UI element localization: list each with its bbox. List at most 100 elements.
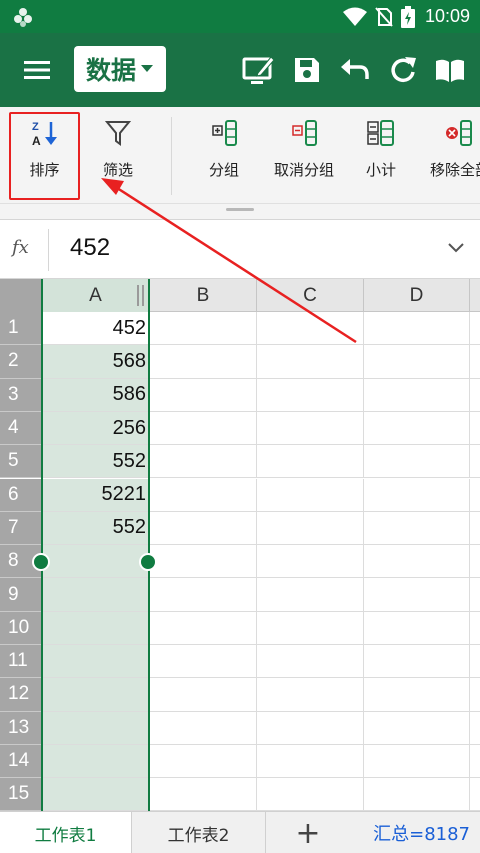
row-header-5[interactable]: 5 xyxy=(0,445,42,479)
column-resize-handle[interactable] xyxy=(137,285,144,306)
cell-D5[interactable] xyxy=(364,445,470,479)
cell-D15[interactable] xyxy=(364,778,470,811)
cell-E14[interactable] xyxy=(470,745,480,779)
reading-view-icon[interactable] xyxy=(433,53,467,87)
cell-D6[interactable] xyxy=(364,478,470,512)
cell-B4[interactable] xyxy=(150,411,257,446)
cell-B11[interactable] xyxy=(150,645,257,679)
cell-B9[interactable] xyxy=(150,578,257,612)
cell-C2[interactable] xyxy=(257,345,364,379)
cell-A4[interactable]: 256 xyxy=(42,411,150,446)
row-header-10[interactable]: 10 xyxy=(0,611,42,645)
row-header-7[interactable]: 7 xyxy=(0,511,42,546)
cell-D4[interactable] xyxy=(364,411,470,446)
row-header-9[interactable]: 9 xyxy=(0,578,42,612)
cell-A8[interactable] xyxy=(42,545,150,579)
cell-D12[interactable] xyxy=(364,678,470,712)
cell-E6[interactable] xyxy=(470,479,480,512)
cell-A3[interactable]: 586 xyxy=(42,378,150,412)
cell-B7[interactable] xyxy=(150,511,257,546)
cell-C7[interactable] xyxy=(257,511,364,546)
sheet-tab-1[interactable]: 工作表1 xyxy=(0,812,132,853)
row-header-3[interactable]: 3 xyxy=(0,378,42,412)
edit-sheet-icon[interactable] xyxy=(241,53,275,87)
cell-B13[interactable] xyxy=(150,711,257,745)
cell-A15[interactable] xyxy=(42,778,150,811)
row-header-4[interactable]: 4 xyxy=(0,411,42,446)
cell-A7[interactable]: 552 xyxy=(42,511,150,546)
cell-E1[interactable] xyxy=(470,312,480,346)
chevron-down-icon[interactable] xyxy=(446,241,466,255)
ungroup-button[interactable]: 取消分组 xyxy=(270,107,338,193)
cell-A1[interactable]: 452 xyxy=(42,312,150,346)
undo-icon[interactable] xyxy=(338,53,372,87)
cell-A13[interactable] xyxy=(42,711,150,745)
cell-D9[interactable] xyxy=(364,578,470,612)
cell-D11[interactable] xyxy=(364,645,470,679)
cell-E2[interactable] xyxy=(470,345,480,379)
cell-D13[interactable] xyxy=(364,711,470,745)
cell-B10[interactable] xyxy=(150,611,257,645)
cell-C9[interactable] xyxy=(257,578,364,612)
redo-icon[interactable] xyxy=(386,53,420,87)
cell-E5[interactable] xyxy=(470,445,480,479)
row-header-15[interactable]: 15 xyxy=(0,778,42,811)
cell-C6[interactable] xyxy=(257,478,364,512)
select-all-corner[interactable] xyxy=(0,279,42,312)
cell-B6[interactable] xyxy=(150,478,257,512)
selection-handle-right[interactable] xyxy=(139,553,157,571)
cell-B14[interactable] xyxy=(150,744,257,779)
cell-C8[interactable] xyxy=(257,545,364,579)
row-header-1[interactable]: 1 xyxy=(0,312,42,346)
selection-handle-left[interactable] xyxy=(32,553,50,571)
cell-A11[interactable] xyxy=(42,645,150,679)
row-header-14[interactable]: 14 xyxy=(0,744,42,779)
cell-A10[interactable] xyxy=(42,611,150,645)
filter-button[interactable]: 筛选 xyxy=(86,107,150,193)
cell-C14[interactable] xyxy=(257,744,364,779)
sum-status[interactable]: 汇总=8187 xyxy=(373,812,470,853)
cell-B2[interactable] xyxy=(150,345,257,379)
spreadsheet-grid[interactable]: A B C D 1 452 2 568 3 586 4 256 5 552 6 5221 7 552 8 9 1… xyxy=(0,279,480,811)
cell-B15[interactable] xyxy=(150,778,257,811)
row-header-13[interactable]: 13 xyxy=(0,711,42,745)
cell-A5[interactable]: 552 xyxy=(42,445,150,479)
cell-C13[interactable] xyxy=(257,711,364,745)
cell-D1[interactable] xyxy=(364,312,470,346)
cell-E15[interactable] xyxy=(470,778,480,811)
cell-E9[interactable] xyxy=(470,578,480,612)
sheet-tab-2[interactable]: 工作表2 xyxy=(132,812,266,853)
cell-E8[interactable] xyxy=(470,545,480,579)
column-header-b[interactable]: B xyxy=(150,279,257,312)
cell-D14[interactable] xyxy=(364,744,470,779)
cell-E3[interactable] xyxy=(470,379,480,412)
cell-D2[interactable] xyxy=(364,345,470,379)
fx-icon[interactable]: fx xyxy=(12,237,29,258)
cell-E13[interactable] xyxy=(470,712,480,745)
cell-D10[interactable] xyxy=(364,611,470,645)
cell-C15[interactable] xyxy=(257,778,364,811)
cell-D7[interactable] xyxy=(364,511,470,546)
cell-A12[interactable] xyxy=(42,678,150,712)
cell-B5[interactable] xyxy=(150,445,257,479)
cell-D3[interactable] xyxy=(364,378,470,412)
cell-C12[interactable] xyxy=(257,678,364,712)
column-header-d[interactable]: D xyxy=(364,279,470,312)
column-header-c[interactable]: C xyxy=(257,279,364,312)
row-header-2[interactable]: 2 xyxy=(0,345,42,379)
cell-E4[interactable] xyxy=(470,412,480,446)
cell-C10[interactable] xyxy=(257,611,364,645)
cell-B3[interactable] xyxy=(150,378,257,412)
cell-C1[interactable] xyxy=(257,312,364,346)
row-header-11[interactable]: 11 xyxy=(0,645,42,679)
cell-A2[interactable]: 568 xyxy=(42,345,150,379)
row-header-6[interactable]: 6 xyxy=(0,478,42,512)
remove-all-button[interactable]: 移除全部 xyxy=(430,107,480,193)
cell-B8[interactable] xyxy=(150,545,257,579)
column-header-e[interactable] xyxy=(470,279,480,312)
add-sheet-button[interactable]: + xyxy=(266,812,350,853)
menu-icon[interactable] xyxy=(22,55,52,85)
cell-A9[interactable] xyxy=(42,578,150,612)
row-header-12[interactable]: 12 xyxy=(0,678,42,712)
cell-C5[interactable] xyxy=(257,445,364,479)
